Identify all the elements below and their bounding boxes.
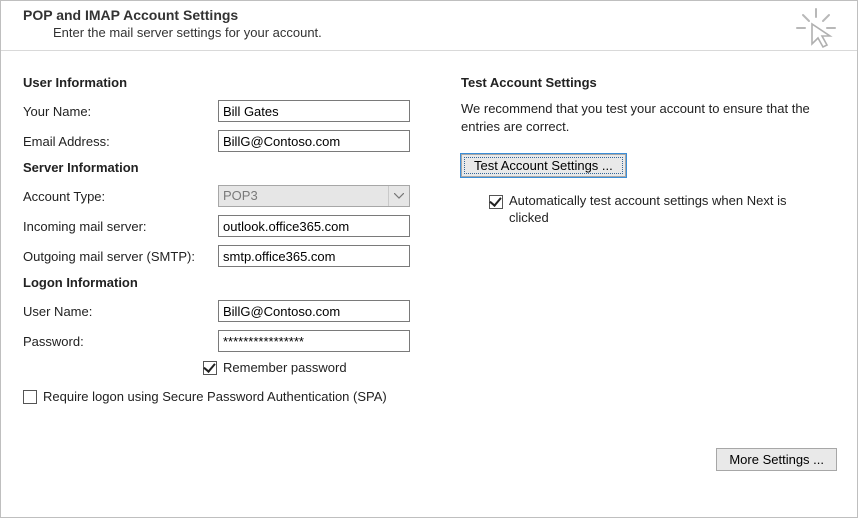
your-name-input[interactable] <box>218 100 410 122</box>
auto-test-row: Automatically test account settings when… <box>489 193 839 227</box>
incoming-server-label: Incoming mail server: <box>23 219 218 234</box>
account-type-label: Account Type: <box>23 189 218 204</box>
auto-test-checkbox[interactable] <box>489 195 503 209</box>
cursor-spark-icon <box>795 7 837 51</box>
password-row: Password: <box>23 330 443 352</box>
user-info-heading: User Information <box>23 75 443 90</box>
remember-password-checkbox[interactable] <box>203 361 217 375</box>
logon-info-heading: Logon Information <box>23 275 443 290</box>
username-row: User Name: <box>23 300 443 322</box>
dialog-body: User Information Your Name: Email Addres… <box>1 51 857 404</box>
remember-password-row: Remember password <box>203 360 443 375</box>
account-type-select[interactable]: POP3 <box>218 185 410 207</box>
test-settings-heading: Test Account Settings <box>461 75 839 90</box>
your-name-label: Your Name: <box>23 104 218 119</box>
test-settings-description: We recommend that you test your account … <box>461 100 839 136</box>
password-label: Password: <box>23 334 218 349</box>
right-column: Test Account Settings We recommend that … <box>443 69 839 404</box>
dialog-title: POP and IMAP Account Settings <box>23 7 847 23</box>
outgoing-server-row: Outgoing mail server (SMTP): <box>23 245 443 267</box>
your-name-row: Your Name: <box>23 100 443 122</box>
incoming-server-input[interactable] <box>218 215 410 237</box>
remember-password-label: Remember password <box>223 360 347 375</box>
account-type-value: POP3 <box>223 188 258 203</box>
outgoing-server-input[interactable] <box>218 245 410 267</box>
email-label: Email Address: <box>23 134 218 149</box>
email-input[interactable] <box>218 130 410 152</box>
test-account-settings-button[interactable]: Test Account Settings ... <box>461 154 626 177</box>
more-settings-button[interactable]: More Settings ... <box>716 448 837 471</box>
incoming-server-row: Incoming mail server: <box>23 215 443 237</box>
dialog-subtitle: Enter the mail server settings for your … <box>53 25 847 40</box>
left-column: User Information Your Name: Email Addres… <box>23 69 443 404</box>
username-label: User Name: <box>23 304 218 319</box>
username-input[interactable] <box>218 300 410 322</box>
account-type-row: Account Type: POP3 <box>23 185 443 207</box>
dialog-header: POP and IMAP Account Settings Enter the … <box>1 1 857 51</box>
chevron-down-icon <box>388 186 409 206</box>
server-info-heading: Server Information <box>23 160 443 175</box>
account-settings-window: POP and IMAP Account Settings Enter the … <box>0 0 858 518</box>
outgoing-server-label: Outgoing mail server (SMTP): <box>23 249 218 264</box>
spa-label: Require logon using Secure Password Auth… <box>43 389 387 404</box>
password-input[interactable] <box>218 330 410 352</box>
spa-row: Require logon using Secure Password Auth… <box>23 389 443 404</box>
email-row: Email Address: <box>23 130 443 152</box>
auto-test-label: Automatically test account settings when… <box>509 193 809 227</box>
spa-checkbox[interactable] <box>23 390 37 404</box>
